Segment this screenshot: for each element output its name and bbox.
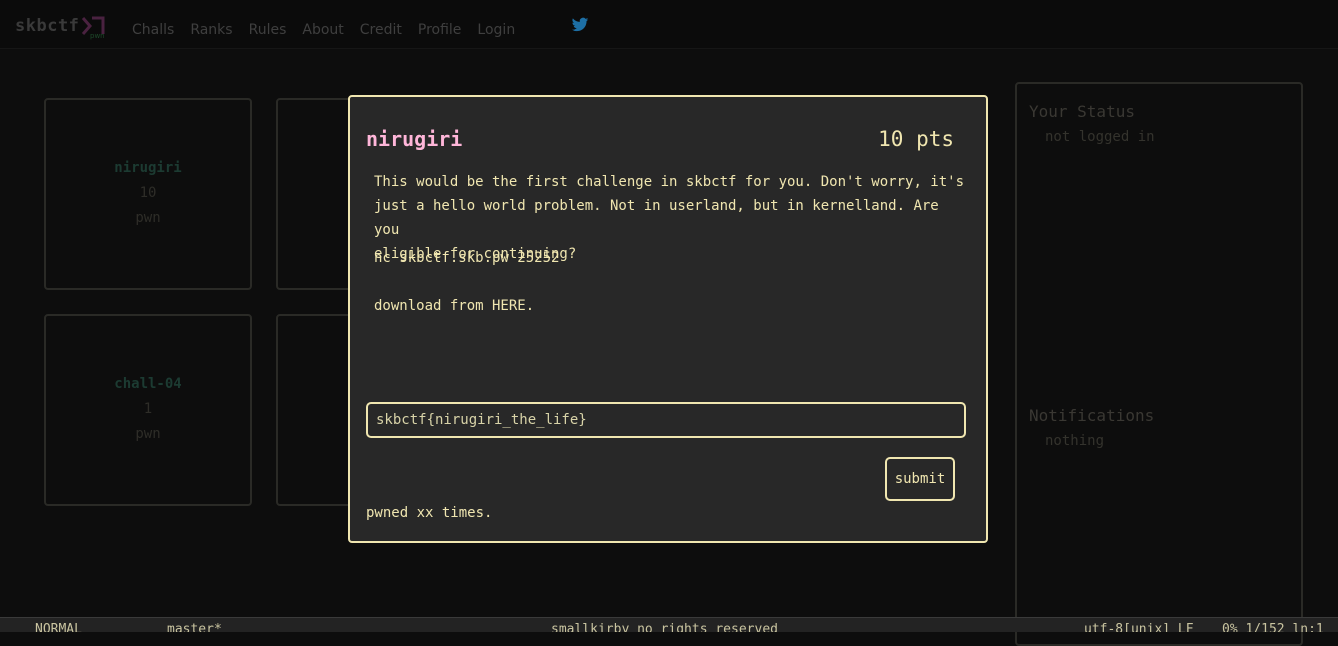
nav-link-profile[interactable]: Profile	[418, 22, 462, 38]
challenge-points: 10 pts	[878, 127, 954, 151]
nav-link-about[interactable]: About	[302, 22, 343, 38]
flag-input[interactable]	[366, 402, 966, 438]
challenge-card-category: pwn	[135, 210, 161, 226]
challenge-title: nirugiri	[366, 127, 463, 151]
brand-logo-icon: pwn	[81, 16, 105, 40]
brand-logo-tag: pwn	[90, 32, 105, 40]
status-bar: NORMAL master* smallkirby no rights rese…	[0, 617, 1338, 632]
challenge-card-category: pwn	[135, 426, 161, 442]
download-link[interactable]: download from HERE.	[374, 298, 534, 314]
notifications-text: nothing	[1045, 433, 1105, 449]
challenge-card-name: nirugiri	[114, 160, 182, 176]
challenge-card-name: chall-04	[114, 376, 182, 392]
login-status-text: not logged in	[1045, 129, 1155, 145]
notifications-title: Notifications	[1029, 406, 1155, 425]
nav-link-credit[interactable]: Credit	[360, 22, 402, 38]
nav-links: Challs Ranks Rules About Credit Profile Login	[132, 19, 521, 38]
brand-name[interactable]: skbctf	[15, 16, 79, 36]
challenge-card-points: 1	[143, 401, 153, 417]
pwned-count: pwned xx times.	[366, 505, 493, 521]
nav-link-ranks[interactable]: Ranks	[190, 22, 232, 38]
challenge-card-points: 10	[139, 185, 157, 201]
nav-link-login[interactable]: Login	[477, 22, 515, 38]
your-status-title: Your Status	[1029, 102, 1135, 121]
status-sidebar: Your Status not logged in Notifications …	[1015, 82, 1303, 646]
top-navbar: skbctf pwn Challs Ranks Rules About Credit Pr…	[0, 0, 1338, 49]
nav-link-rules[interactable]: Rules	[249, 22, 287, 38]
nav-link-challs[interactable]: Challs	[132, 22, 174, 38]
challenge-connection-command: nc skbctf.skb.pw 25252	[374, 250, 560, 266]
twitter-icon[interactable]	[571, 17, 589, 33]
challenge-card-chall-04[interactable]: chall-04 1 pwn	[44, 314, 252, 506]
challenge-modal: nirugiri 10 pts This would be the first …	[348, 95, 988, 543]
challenge-card-nirugiri[interactable]: nirugiri 10 pwn	[44, 98, 252, 290]
submit-button[interactable]: submit	[885, 457, 955, 501]
